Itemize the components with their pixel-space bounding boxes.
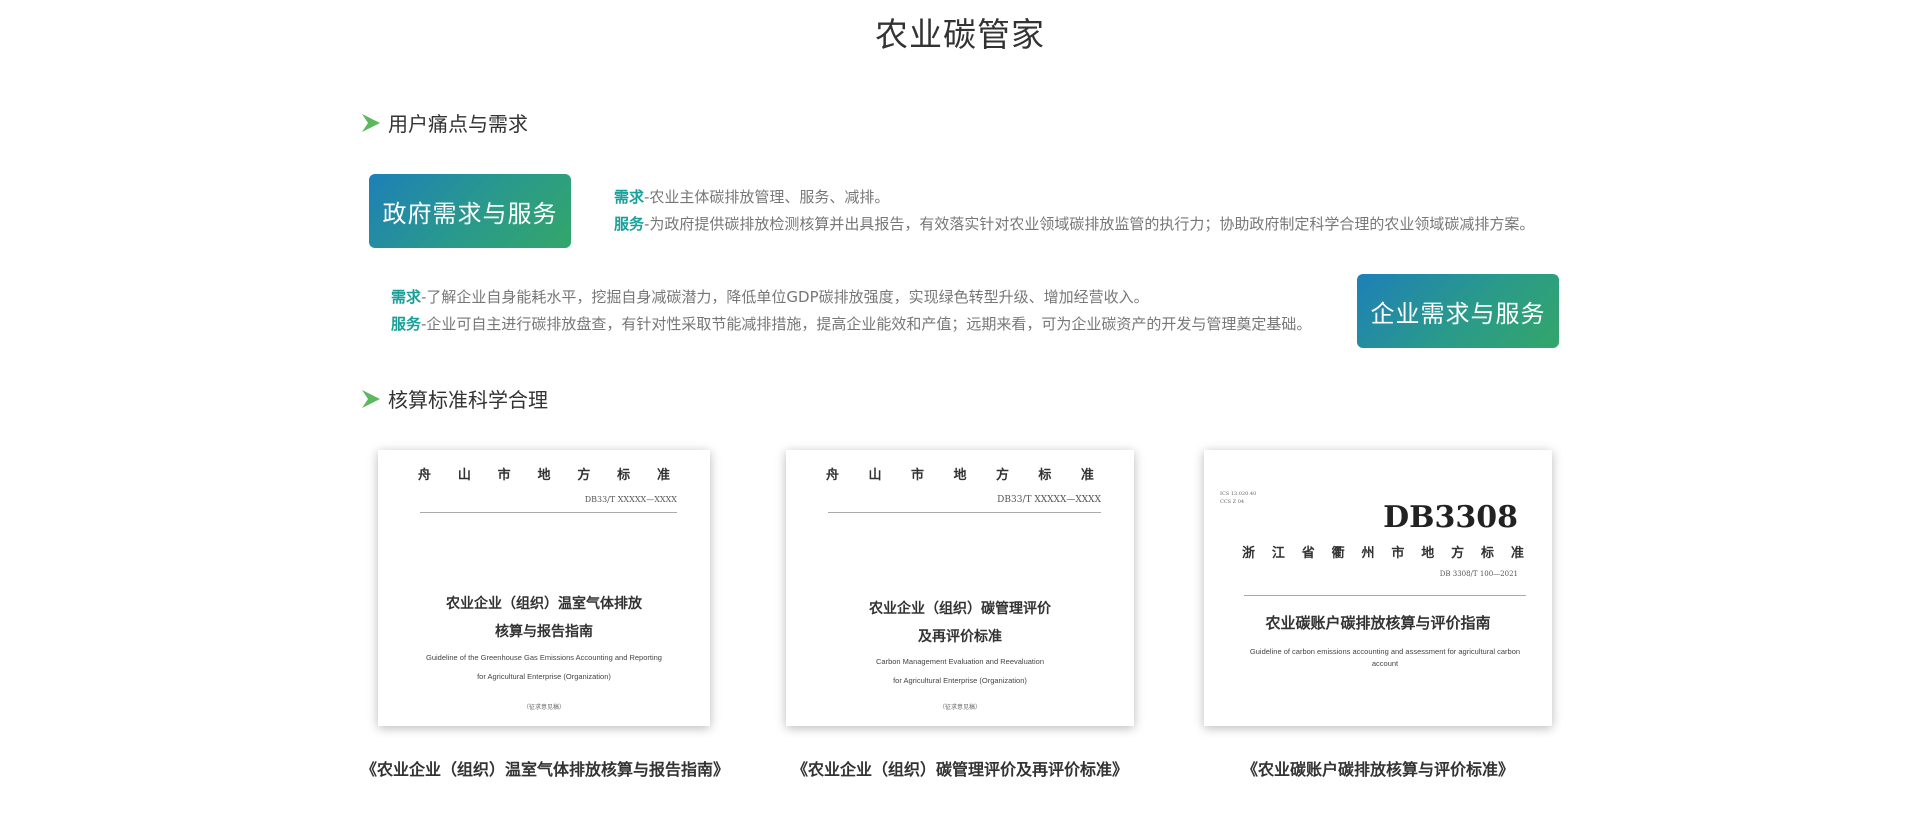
section-heading-text: 用户痛点与需求 [388,112,528,136]
doc-header: 浙江省衢州市地方标准 [1242,546,1524,561]
doc-title-en: Guideline of the Greenhouse Gas Emission… [426,653,662,681]
doc-title-en: Carbon Management Evaluation and Reevalu… [875,657,1045,685]
doc-caption-3: 《农业碳账户碳排放核算与评价标准》 [1241,760,1514,779]
doc-title-en: Guideline of carbon emissions accounting… [1249,647,1521,668]
doc-code: DB33/T XXXXX—XXXX [997,495,1101,505]
service-keyword: 服务 [391,315,422,333]
section-heading-standards: 核算标准科学合理 [360,384,548,413]
gov-need-line: 需求-农业主体碳排放管理、服务、减排。 [614,184,1534,211]
doc-divider [420,512,677,513]
doc-code: DB33/T XXXXX—XXXX [584,495,677,504]
doc-divider [1244,595,1526,596]
doc-note: （征求意见稿） [522,704,565,711]
ent-description: 需求-了解企业自身能耗水平，挖掘自身减碳潜力，降低单位GDP碳排放强度，实现绿色… [391,284,1311,338]
standard-document-2[interactable]: 舟山市地方标准 DB33/T XXXXX—XXXX 农业企业（组织）碳管理评价 … [786,450,1134,726]
ent-service-badge: 企业需求与服务 [1357,274,1559,348]
doc-title: 农业企业（组织）温室气体排放 核算与报告指南 [446,596,642,640]
doc-meta: ICS 13.020.40 CCS Z 04 [1220,491,1257,505]
green-arrow-icon [362,113,380,132]
doc-title: 农业碳账户碳排放核算与评价指南 [1265,614,1491,632]
green-arrow-icon [362,389,380,408]
ent-service-line: 服务-企业可自主进行碳排放盘查，有针对性采取节能减排措施，提高企业能效和产值；远… [391,311,1311,338]
ent-need-line: 需求-了解企业自身能耗水平，挖掘自身减碳潜力，降低单位GDP碳排放强度，实现绿色… [391,284,1311,311]
gov-service-badge: 政府需求与服务 [369,174,571,248]
service-keyword: 服务 [614,215,645,233]
need-keyword: 需求 [614,188,645,206]
gov-need-text: -农业主体碳排放管理、服务、减排。 [644,188,890,206]
gov-service-line: 服务-为政府提供碳排放检测核算并出具报告，有效落实针对农业领域碳排放监管的执行力… [614,211,1534,238]
ent-need-text: -了解企业自身能耗水平，挖掘自身减碳潜力，降低单位GDP碳排放强度，实现绿色转型… [421,288,1149,306]
doc-caption-2: 《农业企业（组织）碳管理评价及再评价标准》 [791,760,1128,779]
doc-caption-1: 《农业企业（组织）温室气体排放核算与报告指南》 [360,760,729,779]
standard-document-1[interactable]: 舟山市地方标准 DB33/T XXXXX—XXXX 农业企业（组织）温室气体排放… [378,450,710,726]
gov-service-text: -为政府提供碳排放检测核算并出具报告，有效落实针对农业领域碳排放监管的执行力；协… [644,215,1535,233]
doc-note: （征求意见稿） [938,704,981,711]
doc-standard-code: DB3308 [1383,500,1518,535]
doc-header: 舟山市地方标准 [826,468,1094,483]
doc-divider [828,512,1101,513]
doc-code: DB 3308/T 100—2021 [1439,570,1518,578]
ent-service-text: -企业可自主进行碳排放盘查，有针对性采取节能减排措施，提高企业能效和产值；远期来… [421,315,1312,333]
doc-title: 农业企业（组织）碳管理评价 及再评价标准 [869,601,1051,645]
section-heading-text: 核算标准科学合理 [388,388,548,412]
need-keyword: 需求 [391,288,422,306]
section-heading-pain-points: 用户痛点与需求 [360,108,528,137]
gov-description: 需求-农业主体碳排放管理、服务、减排。 服务-为政府提供碳排放检测核算并出具报告… [614,184,1534,238]
page-title: 农业碳管家 [875,15,1045,54]
standard-document-3[interactable]: ICS 13.020.40 CCS Z 04 DB3308 浙江省衢州市地方标准… [1204,450,1552,726]
doc-header: 舟山市地方标准 [418,468,670,483]
